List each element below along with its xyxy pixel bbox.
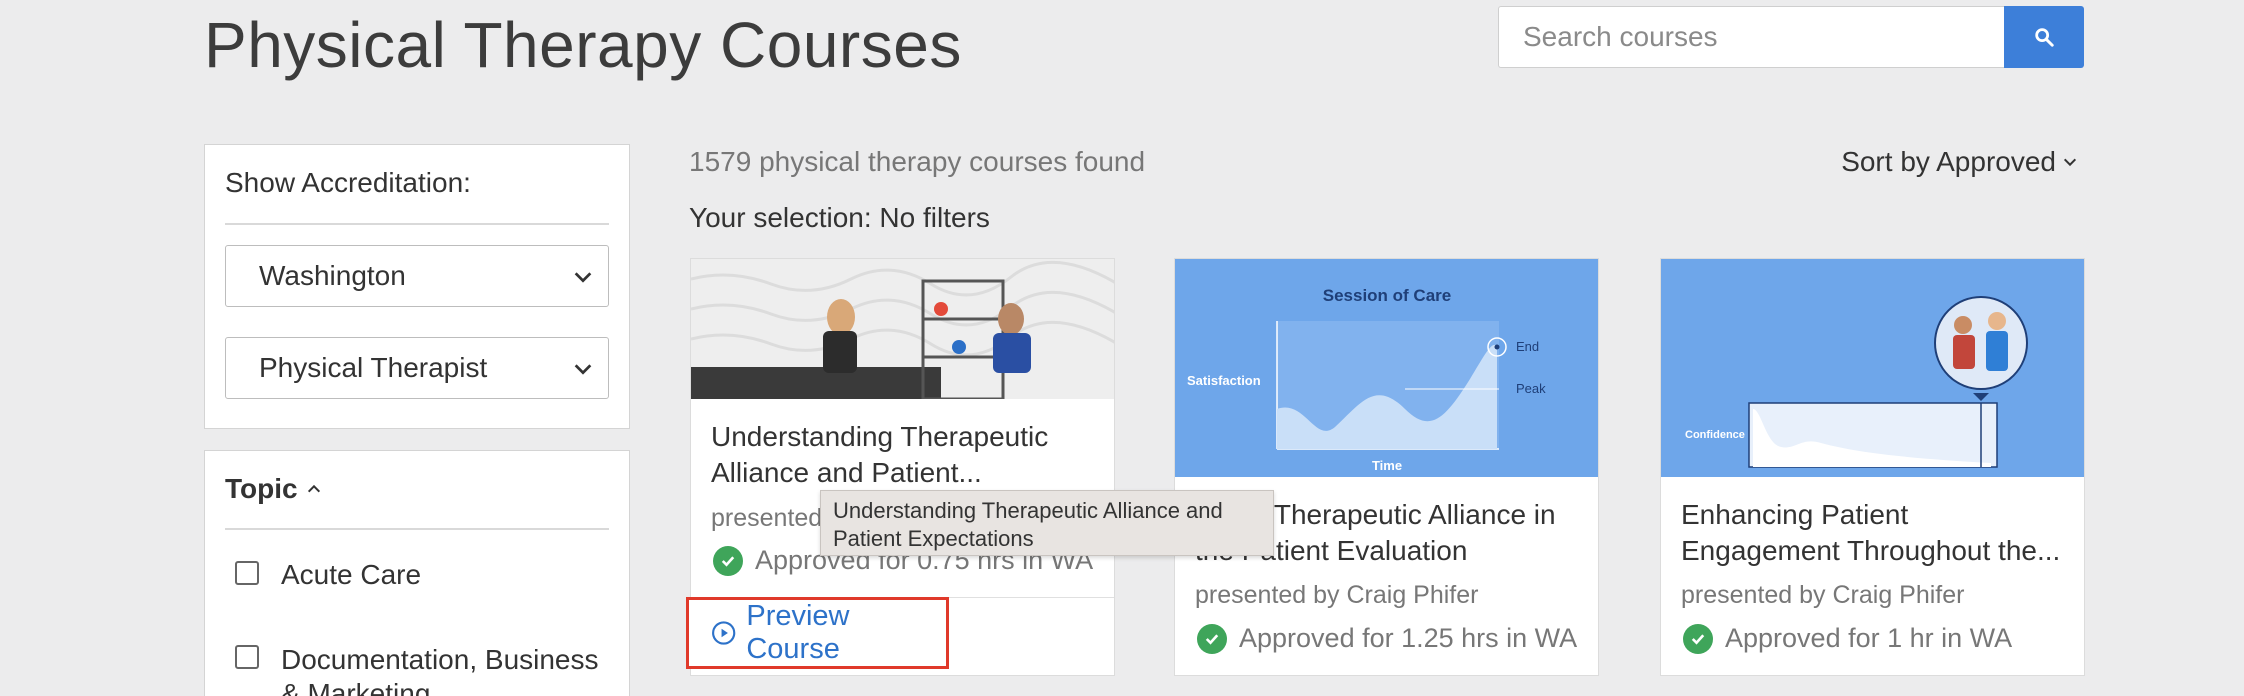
page: Physical Therapy Courses Show Accreditat…	[0, 0, 2244, 696]
results-count: 1579 physical therapy courses found	[689, 146, 1146, 177]
profession-select[interactable]: Physical Therapist	[225, 337, 609, 399]
course-title[interactable]: Understanding Therapeutic Alliance and P…	[711, 419, 1098, 491]
check-icon	[713, 545, 743, 576]
topic-panel: Topic Acute Care Documentation, Business…	[204, 450, 630, 696]
course-presenter: presented by Craig Phifer	[1195, 581, 1479, 609]
preview-course-label: Preview Course	[746, 600, 850, 665]
selection-summary: Your selection: No filters	[689, 202, 990, 233]
topic-toggle[interactable]: Topic	[225, 473, 322, 505]
checkbox[interactable]	[235, 645, 259, 669]
course-card[interactable]: Session of Care End Peak Satisfaction Ti…	[1174, 258, 1599, 676]
preview-course-button[interactable]: Preview Course	[686, 597, 949, 669]
thumb-chart-end-label: End	[1516, 339, 1539, 354]
approval-text: Approved for 1.25 hrs in WA	[1239, 623, 1578, 653]
state-select[interactable]: Washington	[225, 245, 609, 307]
search-button[interactable]	[2004, 6, 2084, 68]
thumb-chart-title: Session of Care	[1323, 286, 1452, 305]
thumb-chart-y-label: Confidence	[1685, 429, 1745, 441]
topic-option-label: Documentation, Business & Marketing	[281, 644, 599, 696]
check-icon	[1683, 623, 1713, 654]
sort-label: Sort by Approved	[1841, 146, 2056, 177]
check-icon	[1197, 623, 1227, 654]
state-select-value: Washington	[259, 260, 406, 291]
thumb-chart-x-label: Time	[1372, 458, 1402, 473]
page-title: Physical Therapy Courses	[204, 9, 962, 81]
accreditation-label: Show Accreditation:	[225, 167, 471, 198]
search-bar	[1498, 6, 2084, 68]
topic-option-label: Acute Care	[281, 559, 422, 590]
course-title-tooltip: Understanding Therapeutic Alliance and P…	[820, 490, 1274, 556]
approval-status: Approved for 1.25 hrs in WA	[1197, 623, 1577, 654]
profession-select-value: Physical Therapist	[259, 352, 488, 383]
chevron-up-icon	[307, 484, 320, 493]
course-thumbnail[interactable]	[691, 259, 1114, 399]
course-card[interactable]: Understanding Therapeutic Alliance and P…	[686, 258, 1115, 676]
topic-option[interactable]: Acute Care	[235, 559, 421, 591]
accreditation-panel: Show Accreditation: Washington Physical …	[204, 144, 630, 429]
chevron-down-icon	[574, 272, 592, 283]
play-circle-icon	[712, 621, 736, 645]
sort-dropdown[interactable]: Sort by Approved	[1841, 146, 2078, 178]
course-thumbnail[interactable]: Confidence	[1661, 259, 2084, 477]
chevron-down-icon	[2063, 158, 2077, 167]
topic-title: Topic	[225, 473, 298, 504]
approval-status: Approved for 1 hr in WA	[1683, 623, 2012, 654]
course-title[interactable]: Enhancing Patient Engagement Throughout …	[1681, 497, 2068, 569]
chevron-down-icon	[574, 364, 592, 375]
thumb-chart-y-label: Satisfaction	[1187, 373, 1261, 388]
approval-text: Approved for 1 hr in WA	[1725, 623, 2013, 653]
course-presenter: presented by Craig Phifer	[1681, 581, 1965, 609]
search-input[interactable]	[1498, 6, 2004, 68]
topic-option[interactable]: Documentation, Business & Marketing	[235, 643, 615, 696]
thumb-chart-peak-label: Peak	[1516, 381, 1546, 396]
checkbox[interactable]	[235, 561, 259, 585]
divider	[225, 223, 609, 225]
search-icon	[2035, 28, 2054, 47]
course-thumbnail[interactable]: Session of Care End Peak Satisfaction Ti…	[1175, 259, 1598, 477]
divider	[225, 528, 609, 530]
course-card[interactable]: Confidence Enhancing Patient Engagement …	[1660, 258, 2085, 676]
